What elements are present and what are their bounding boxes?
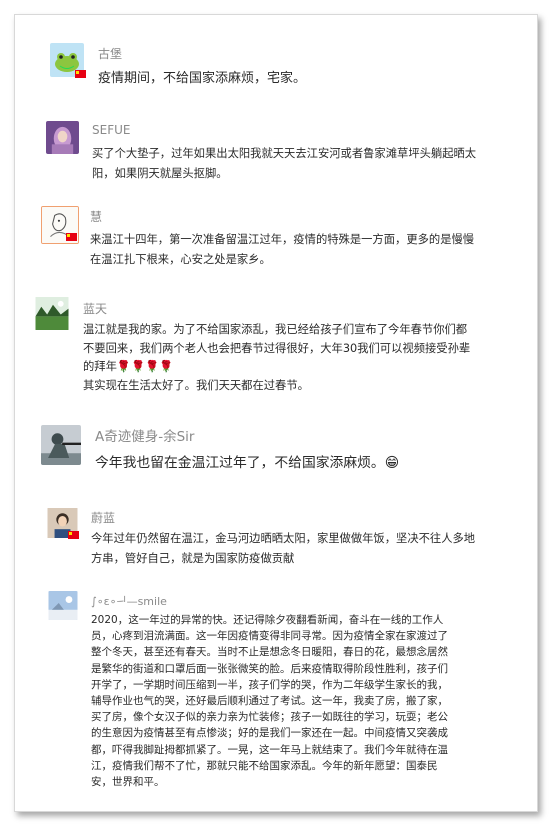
china-flag-icon: [66, 233, 77, 241]
china-flag-icon: [75, 70, 86, 78]
comment-text: 来温江十四年，第一次准备留温江过年，疫情的特殊是一方面，更多的是慢慢 在温江扎下…: [90, 233, 475, 266]
china-flag-icon: [68, 531, 79, 539]
comment-author[interactable]: 慧: [90, 208, 102, 225]
purple-hair-avatar-icon[interactable]: [46, 121, 79, 154]
landscape-avatar-icon[interactable]: [34, 297, 70, 330]
comment-text: 2020，这一年过的异常的快。还记得除夕夜翻看新闻，奋斗在一线的工作人 员，心疼…: [91, 614, 448, 789]
comment-author[interactable]: ∫∘ε∘ᅴ—smile: [91, 593, 167, 609]
comment-text: 温江就是我的家。为了不给国家添乱，我已经给孩子们宣布了今年春节你们都 不要回来，…: [83, 323, 471, 392]
comment-author[interactable]: SEFUE: [92, 123, 130, 137]
comment-author[interactable]: 古堡: [98, 45, 122, 62]
comment-author[interactable]: 蓝天: [83, 300, 107, 317]
comment-text: 买了个大垫子，过年如果出太阳我就天天去江安河或者鲁家滩草坪头躺起晒太 阳，如果阴…: [92, 147, 477, 180]
soldier-avatar-icon[interactable]: [41, 425, 81, 465]
comment-text: 今年过年仍然留在温江，金马河边晒晒太阳，家里做做年饭，坚决不往人多地 方串，管好…: [91, 532, 476, 565]
comment-list: 古堡 疫情期间，不给国家添麻烦，宅家。 SEFUE 买了个大垫子，过年如果出太阳…: [14, 14, 538, 812]
comment-text: 疫情期间，不给国家添麻烦，宅家。: [98, 71, 307, 86]
comment-author[interactable]: 蔚蓝: [91, 509, 115, 526]
comment-author[interactable]: A奇迹健身-余Sir: [95, 425, 194, 445]
comment-text: 今年我也留在金温江过年了，不给国家添麻烦。😁: [95, 455, 400, 471]
sky-avatar-icon[interactable]: [48, 591, 78, 620]
